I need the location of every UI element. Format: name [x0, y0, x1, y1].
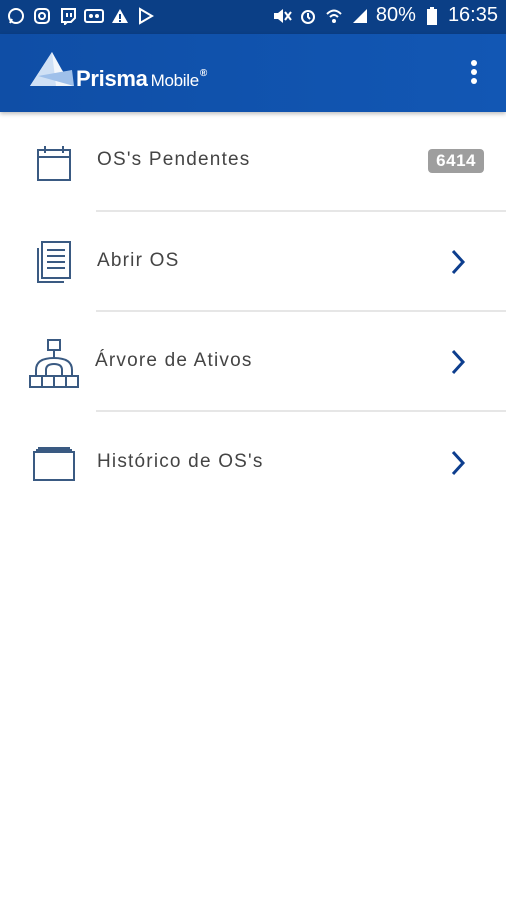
menu-item-pending-os[interactable]: OS's Pendentes 6414: [0, 112, 506, 212]
twitch-icon: [58, 6, 78, 26]
brand-subtitle: Mobile: [150, 71, 200, 90]
app-bar: Prisma Mobile®: [0, 34, 506, 112]
chevron-right-icon: [448, 348, 468, 376]
menu-item-label: Árvore de Ativos: [95, 350, 253, 371]
play-store-icon: [136, 6, 156, 26]
brand-name: Prisma Mobile®: [76, 66, 207, 92]
brand-title: Prisma: [76, 66, 148, 91]
menu-item-label: Histórico de OS's: [97, 451, 264, 472]
menu-item-label: OS's Pendentes: [97, 149, 251, 170]
voicemail-icon: [84, 6, 104, 26]
wifi-icon: [324, 6, 344, 26]
overflow-dot: [471, 78, 477, 84]
menu-item-open-os[interactable]: Abrir OS: [0, 212, 506, 312]
registered-mark: ®: [199, 68, 207, 79]
folder-icon: [30, 438, 78, 486]
alert-icon: [110, 6, 130, 26]
calendar-icon: [30, 142, 78, 190]
menu-item-label: Abrir OS: [97, 250, 180, 271]
alarm-icon: [298, 6, 318, 26]
chevron-right-icon: [448, 449, 468, 477]
status-bar: 80% 16:35: [0, 0, 506, 34]
overflow-menu-button[interactable]: [468, 58, 480, 90]
overflow-dot: [471, 60, 477, 66]
pending-count-badge: 6414: [428, 149, 484, 173]
clock: 16:35: [447, 4, 498, 26]
battery-percent: 80%: [375, 4, 416, 26]
menu-item-os-history[interactable]: Histórico de OS's: [0, 412, 506, 512]
chevron-right-icon: [448, 248, 468, 276]
mute-icon: [272, 6, 292, 26]
whatsapp-icon: [6, 6, 26, 26]
overflow-dot: [471, 69, 477, 75]
menu-item-asset-tree[interactable]: Árvore de Ativos: [0, 312, 506, 412]
document-icon: [30, 238, 78, 286]
asset-tree-icon: [28, 338, 80, 390]
battery-icon: [422, 6, 442, 26]
instagram-icon: [32, 6, 52, 26]
signal-icon: [350, 6, 370, 26]
